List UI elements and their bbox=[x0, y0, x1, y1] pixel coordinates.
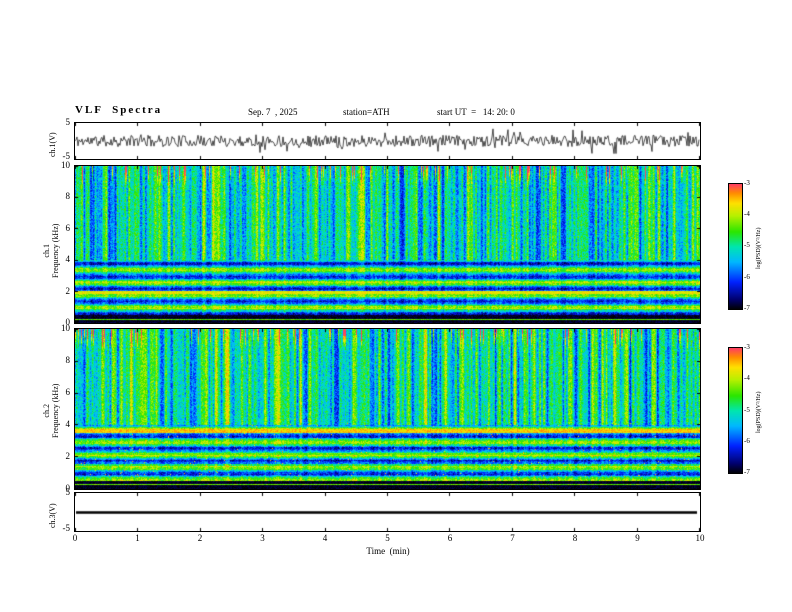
ch2-spec-ytick: 10 bbox=[61, 323, 70, 333]
date-label: Sep. 7 , 2025 bbox=[248, 107, 298, 117]
colorbar-1 bbox=[728, 183, 743, 310]
x-tick: 7 bbox=[510, 533, 515, 543]
x-tick: 5 bbox=[385, 533, 390, 543]
x-axis-title: Time (min) bbox=[366, 546, 410, 556]
ch1-spec-ytick: 8 bbox=[65, 191, 71, 201]
ch2-spectrogram-canvas bbox=[74, 328, 701, 490]
x-tick: 8 bbox=[572, 533, 578, 543]
ch2-spec-ytick: 0 bbox=[65, 483, 71, 493]
x-tick: 1 bbox=[135, 533, 140, 543]
cb2-tick: -7 bbox=[744, 468, 750, 476]
ch3-waveform-canvas bbox=[74, 492, 701, 532]
ch1-spectrogram-canvas bbox=[74, 165, 701, 324]
x-tick: 0 bbox=[72, 533, 78, 543]
cb2-tick: -5 bbox=[744, 406, 750, 414]
cb1-axis-label: log(PSD)(V²/Hz) bbox=[756, 227, 762, 269]
start-ut-label: start UT = 14: 20: 0 bbox=[437, 107, 515, 117]
x-tick: 3 bbox=[260, 533, 265, 543]
cb1-tick: -3 bbox=[744, 179, 750, 187]
x-tick: 10 bbox=[695, 533, 705, 543]
ch1-spec-ytick: 10 bbox=[61, 160, 70, 170]
cb1-tick: -6 bbox=[744, 273, 750, 281]
cb2-axis-label: log(PSD)(V²/Hz) bbox=[756, 391, 762, 433]
ch1-spec-axis-name: ch.1 bbox=[42, 244, 51, 258]
ch1-spec-axis-label: ch.1 Frequency (kHz) bbox=[42, 224, 60, 278]
cb1-tick: -7 bbox=[744, 304, 750, 312]
x-tick: 4 bbox=[322, 533, 328, 543]
station-label: station=ATH bbox=[343, 107, 390, 117]
cb2-tick: -4 bbox=[744, 374, 750, 382]
ch3-voltage-axis-label: ch.3(V) bbox=[48, 503, 57, 528]
colorbar-2 bbox=[728, 347, 743, 474]
ch1-spec-ytick: 2 bbox=[65, 286, 71, 296]
ch2-spec-axis-units: Frequency (kHz) bbox=[51, 383, 60, 438]
plot-title: VLF Spectra bbox=[75, 104, 163, 116]
x-tick: 6 bbox=[447, 533, 453, 543]
ch2-spec-ytick: 2 bbox=[65, 451, 71, 461]
cb1-tick: -5 bbox=[744, 241, 750, 249]
cb2-tick: -6 bbox=[744, 437, 750, 445]
cb2-tick: -3 bbox=[744, 343, 750, 351]
ch1-wave-ytick-max: 5 bbox=[65, 117, 71, 127]
ch1-voltage-axis-label: ch.1(V) bbox=[48, 132, 57, 157]
cb1-tick: -4 bbox=[744, 210, 750, 218]
ch2-spec-axis-label: ch.2 Frequency (kHz) bbox=[42, 384, 60, 438]
ch1-waveform-canvas bbox=[74, 122, 701, 160]
ch2-spec-ytick: 8 bbox=[65, 355, 71, 365]
x-tick: 9 bbox=[635, 533, 640, 543]
x-tick: 2 bbox=[197, 533, 203, 543]
ch1-spec-axis-units: Frequency (kHz) bbox=[51, 223, 60, 278]
vlf-spectra-figure: VLF Spectra Sep. 7 , 2025 station=ATH st… bbox=[0, 0, 792, 612]
ch2-spec-axis-name: ch.2 bbox=[42, 404, 51, 418]
